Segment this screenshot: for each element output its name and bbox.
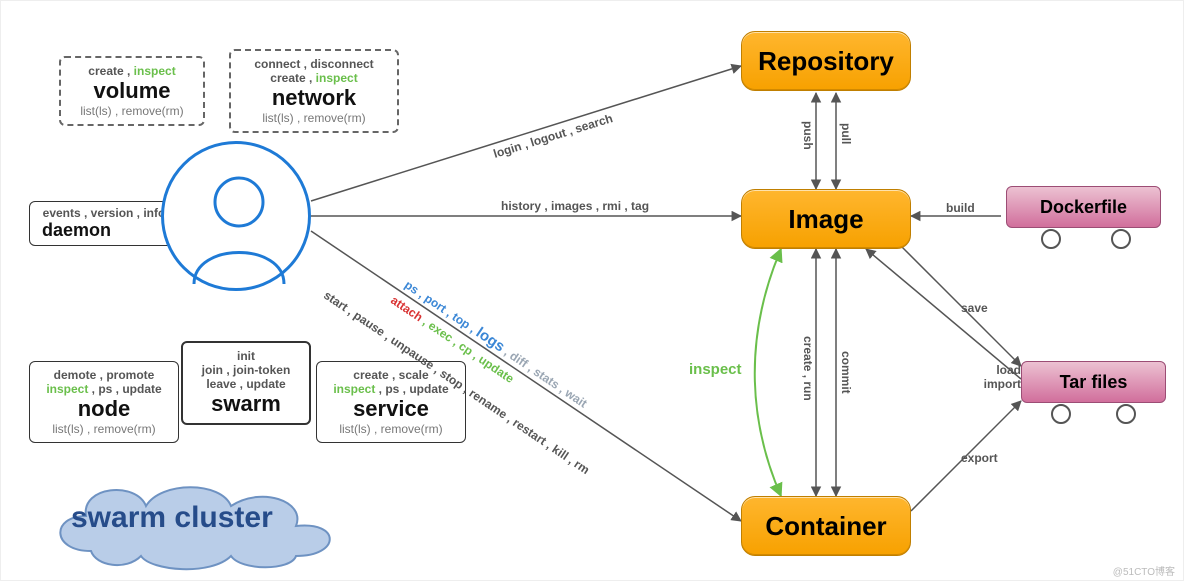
swarm-row2: join , join-token <box>193 363 299 377</box>
label-load: load <box>961 363 1021 377</box>
node-row3: list(ls) , remove(rm) <box>40 422 168 436</box>
group-volume: create , inspect volume list(ls) , remov… <box>59 56 205 126</box>
network-cmds-row1: connect , disconnect <box>241 57 387 71</box>
label-inspect: inspect <box>689 361 742 378</box>
swarm-row3: leave , update <box>193 377 299 391</box>
watermark: @51CTO博客 <box>1113 563 1175 578</box>
cloud-label: swarm cluster <box>71 501 273 535</box>
node-repository: Repository <box>741 31 911 91</box>
swarm-title: swarm <box>193 391 299 417</box>
network-title: network <box>241 85 387 111</box>
group-swarm: init join , join-token leave , update sw… <box>181 341 311 425</box>
group-node: demote , promote inspect , ps , update n… <box>29 361 179 443</box>
wheel-icon <box>1116 404 1136 424</box>
wheel-icon <box>1111 229 1131 249</box>
network-cmds-row2: create , inspect <box>241 71 387 85</box>
daemon-cmds: events , version , info <box>36 206 172 220</box>
node-image: Image <box>741 189 911 249</box>
service-row3: list(ls) , remove(rm) <box>327 422 455 436</box>
service-title: service <box>327 396 455 422</box>
service-row2: inspect , ps , update <box>327 382 455 396</box>
group-network: connect , disconnect create , inspect ne… <box>229 49 399 133</box>
swarm-row1: init <box>193 349 299 363</box>
volume-title: volume <box>71 78 193 104</box>
label-commit: commit <box>839 351 853 394</box>
label-createrun: create , run <box>801 336 815 401</box>
user-icon <box>161 141 311 291</box>
label-image-cmds: history , images , rmi , tag <box>501 199 649 213</box>
volume-cmds-bottom: list(ls) , remove(rm) <box>71 104 193 118</box>
label-repo-cmds: login , logout , search <box>492 111 615 161</box>
network-cmds-row3: list(ls) , remove(rm) <box>241 111 387 125</box>
label-save: save <box>961 301 988 315</box>
label-build: build <box>946 201 975 215</box>
node-row2: inspect , ps , update <box>40 382 168 396</box>
label-push: push <box>801 121 815 150</box>
wheel-icon <box>1051 404 1071 424</box>
edge-load-import <box>866 249 1021 379</box>
node-title: node <box>40 396 168 422</box>
label-export: export <box>961 451 998 465</box>
node-dockerfile: Dockerfile <box>1006 186 1161 228</box>
volume-cmds-top: create , inspect <box>71 64 193 78</box>
label-import: import <box>961 377 1021 391</box>
wheel-icon <box>1041 229 1061 249</box>
node-tarfiles: Tar files <box>1021 361 1166 403</box>
group-daemon: events , version , info daemon <box>29 201 179 246</box>
node-container: Container <box>741 496 911 556</box>
label-pull: pull <box>839 123 853 144</box>
node-row1: demote , promote <box>40 368 168 382</box>
edge-inspect-green <box>755 249 781 496</box>
daemon-title: daemon <box>36 220 172 241</box>
